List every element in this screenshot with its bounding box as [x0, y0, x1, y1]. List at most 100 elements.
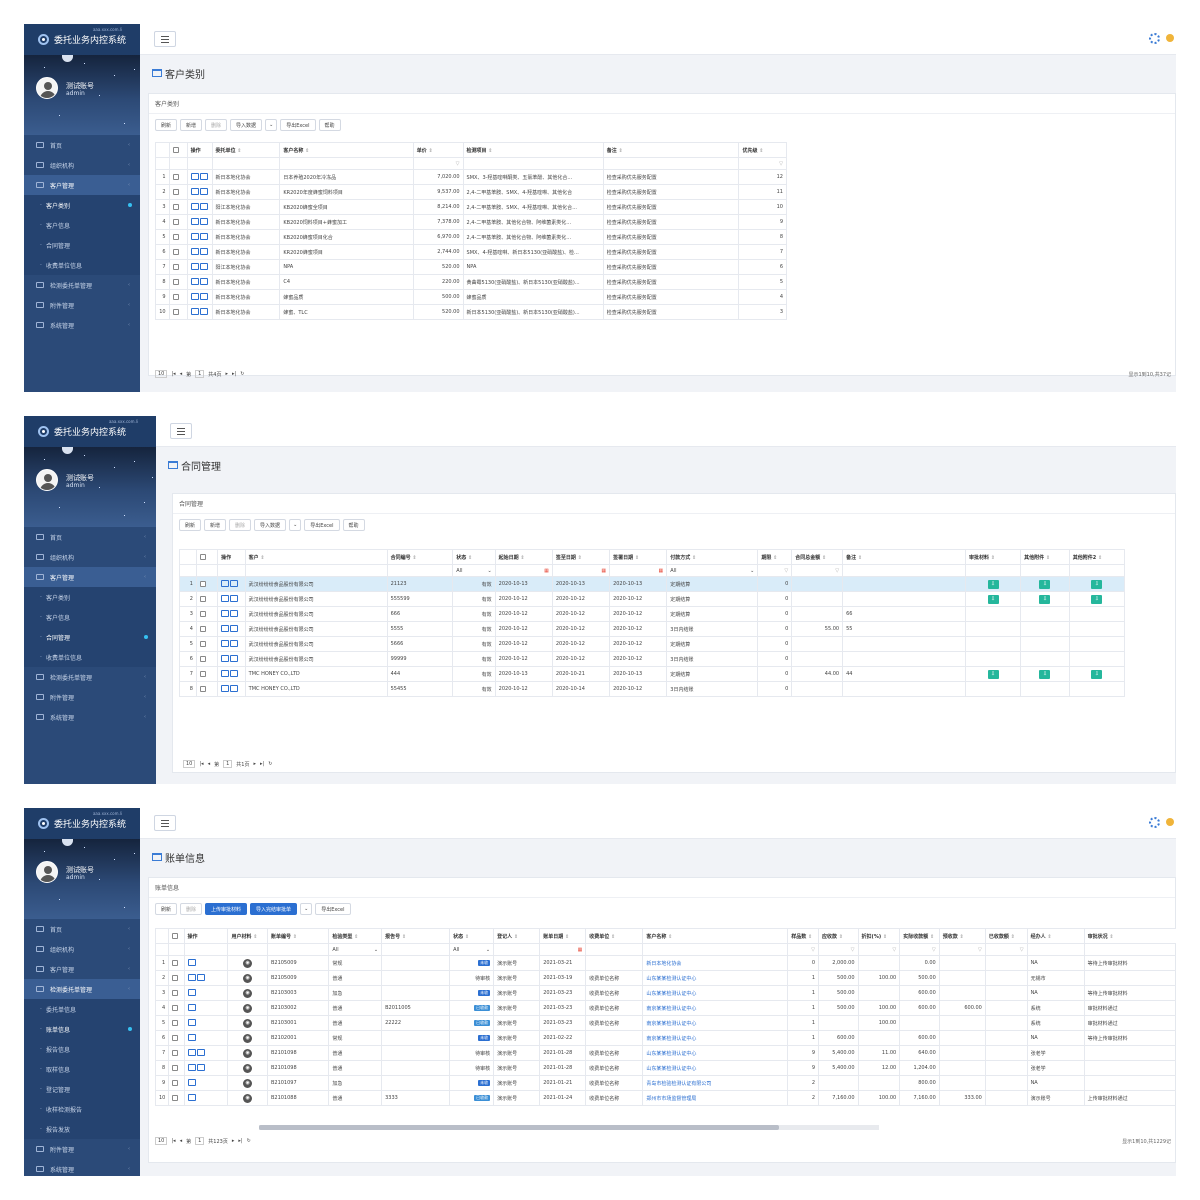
- filter-cell[interactable]: [842, 564, 966, 577]
- column-header[interactable]: 检验类型 ⇕: [328, 928, 383, 944]
- row-select[interactable]: [168, 1090, 185, 1106]
- column-header[interactable]: 登记人 ⇕: [493, 928, 541, 944]
- delete-icon[interactable]: [230, 669, 239, 677]
- table-row[interactable]: 1 ◉ B2105009 常规 未收 演示账号 2021-03-21 新日本地化协会 0 2,00…: [154, 955, 1176, 971]
- column-header[interactable]: 备注 ⇕: [602, 142, 740, 158]
- column-header[interactable]: 客户名称 ⇕: [642, 928, 789, 944]
- attachment-download-icon[interactable]: ⇩: [1039, 594, 1051, 604]
- sidebar-item[interactable]: 收费单位信息: [24, 647, 156, 667]
- sidebar-item[interactable]: 系统管理 ‹: [24, 707, 156, 727]
- edit-icon[interactable]: [190, 277, 199, 285]
- toolbar-button[interactable]: 导出Excel: [315, 903, 351, 915]
- column-header[interactable]: 签署日期 ⇕: [609, 549, 668, 565]
- delete-icon[interactable]: [230, 609, 239, 617]
- edit-icon[interactable]: [187, 958, 196, 966]
- row-select[interactable]: [168, 955, 185, 971]
- sidebar-item[interactable]: 合同管理: [24, 235, 140, 255]
- camera-icon[interactable]: ◉: [243, 973, 253, 983]
- delete-icon[interactable]: [199, 217, 208, 225]
- select-all-checkbox[interactable]: [172, 146, 179, 153]
- row-select[interactable]: [168, 169, 188, 185]
- delete-icon[interactable]: [199, 307, 208, 315]
- row-select[interactable]: [168, 229, 188, 245]
- table-row[interactable]: 7 ◉ B2101098 普通 待审核 演示账号 2021-01-28 收费单位名称 山东某某检…: [154, 1045, 1176, 1061]
- filter-cell[interactable]: ▽: [738, 157, 787, 170]
- column-header[interactable]: 经办人 ⇕: [1026, 928, 1085, 944]
- row-checkbox[interactable]: [172, 173, 179, 180]
- filter-cell[interactable]: ▽: [899, 943, 940, 956]
- table-row[interactable]: 7 阳江本地化协会 NPA 520.00 NPA 检查采购优先服务配置 6: [155, 259, 787, 275]
- filter-cell[interactable]: [168, 943, 185, 956]
- sidebar-item[interactable]: 首页 ‹: [24, 527, 156, 547]
- column-header[interactable]: 其他附件 ⇕: [1020, 549, 1070, 565]
- edit-icon[interactable]: [190, 217, 199, 225]
- column-header[interactable]: 已收款额 ⇕: [984, 928, 1028, 944]
- delete-icon[interactable]: [230, 594, 239, 602]
- row-select[interactable]: [168, 1015, 185, 1031]
- column-header[interactable]: 委托单位 ⇕: [211, 142, 281, 158]
- column-header[interactable]: 折扣(%) ⇕: [857, 928, 901, 944]
- column-header[interactable]: 客户名称 ⇕: [279, 142, 414, 158]
- row-checkbox[interactable]: [199, 610, 206, 617]
- table-row[interactable]: 4 ◉ B2103002 普通 B2011005 已收款 演示账号 2021-03-23 收费单…: [154, 1000, 1176, 1016]
- toolbar-button[interactable]: 导入数据: [230, 119, 263, 131]
- row-checkbox[interactable]: [172, 203, 179, 210]
- column-header[interactable]: 检测项目 ⇕: [462, 142, 604, 158]
- sidebar-item[interactable]: 客户管理 ‹: [24, 175, 140, 195]
- first-page-icon[interactable]: |◂: [171, 1138, 175, 1144]
- table-row[interactable]: 6 ◉ B2102001 常规 未收 演示账号 2021-02-22 南京某某检测认证中心 1 6…: [154, 1030, 1176, 1046]
- attachment-download-icon[interactable]: ⇩: [987, 579, 999, 589]
- row-select[interactable]: [195, 666, 219, 682]
- filter-cell[interactable]: [155, 157, 170, 170]
- filter-cell[interactable]: [602, 157, 740, 170]
- row-select[interactable]: [168, 289, 188, 305]
- dropdown-caret-button[interactable]: ⌄: [289, 519, 302, 531]
- table-row[interactable]: 3 武汉纷纷纷食品股份有限公司 666 有效 2020-10-12 2020-10-12 2…: [179, 606, 1126, 622]
- page-size-select[interactable]: 10: [155, 370, 168, 378]
- page-number-input[interactable]: 1: [223, 760, 233, 768]
- attachment-download-icon[interactable]: ⇩: [1091, 579, 1103, 589]
- column-header[interactable]: 收费单位 ⇕: [585, 928, 644, 944]
- column-header[interactable]: 优先级 ⇕: [738, 142, 787, 158]
- delete-icon[interactable]: [199, 277, 208, 285]
- delete-icon[interactable]: [230, 639, 239, 647]
- row-checkbox[interactable]: [172, 263, 179, 270]
- table-row[interactable]: 6 新日本地化协会 KR2020蜂蜜项目 2,744.00 SMX、4-羟基喹啉、新日本…: [155, 244, 787, 260]
- row-select[interactable]: [195, 681, 219, 697]
- column-header[interactable]: 合同编号 ⇕: [386, 549, 454, 565]
- column-header[interactable]: 实际收款额 ⇕: [899, 928, 940, 944]
- edit-icon[interactable]: [187, 1018, 196, 1026]
- filter-cell[interactable]: [279, 157, 414, 170]
- filter-select[interactable]: All: [456, 568, 462, 574]
- table-row[interactable]: 2 新日本地化协会 KR2020年度蜂蜜饲料项目 9,537.00 2,4-二甲基苯胺、…: [155, 184, 787, 200]
- next-page-icon[interactable]: ▸: [232, 1138, 235, 1144]
- sidebar-item[interactable]: 附件管理 ‹: [24, 687, 156, 707]
- toolbar-button[interactable]: 刷新: [179, 519, 202, 531]
- column-header[interactable]: 状态 ⇕: [452, 549, 496, 565]
- row-select[interactable]: [195, 636, 219, 652]
- sidebar-item[interactable]: 客户类别: [24, 587, 156, 607]
- last-page-icon[interactable]: ▸|: [238, 1138, 242, 1144]
- delete-icon[interactable]: [230, 654, 239, 662]
- row-checkbox[interactable]: [172, 218, 179, 225]
- delete-icon[interactable]: [199, 292, 208, 300]
- column-header[interactable]: 合同总金额 ⇕: [791, 549, 844, 565]
- table-row[interactable]: 5 ◉ B2103001 普通 22222 已收款 演示账号 2021-03-23 收费单位名称…: [154, 1015, 1176, 1031]
- first-page-icon[interactable]: |◂: [171, 371, 175, 377]
- row-checkbox[interactable]: [172, 1094, 179, 1101]
- filter-cell[interactable]: [1068, 564, 1126, 577]
- delete-icon[interactable]: [230, 684, 239, 692]
- column-header[interactable]: 备注 ⇕: [842, 549, 966, 565]
- toolbar-button[interactable]: 删除: [180, 903, 203, 915]
- filter-cell[interactable]: [168, 157, 188, 170]
- delete-icon[interactable]: [230, 579, 239, 587]
- delete-icon[interactable]: [199, 262, 208, 270]
- filter-cell[interactable]: [642, 943, 789, 956]
- filter-cell[interactable]: [244, 564, 388, 577]
- delete-icon[interactable]: [196, 973, 205, 981]
- column-header[interactable]: 应收款 ⇕: [818, 928, 859, 944]
- menu-toggle-button[interactable]: [154, 31, 176, 47]
- table-row[interactable]: 5 武汉纷纷纷食品股份有限公司 5666 有效 2020-10-12 2020-10-12…: [179, 636, 1126, 652]
- edit-icon[interactable]: [187, 988, 196, 996]
- edit-icon[interactable]: [187, 1003, 196, 1011]
